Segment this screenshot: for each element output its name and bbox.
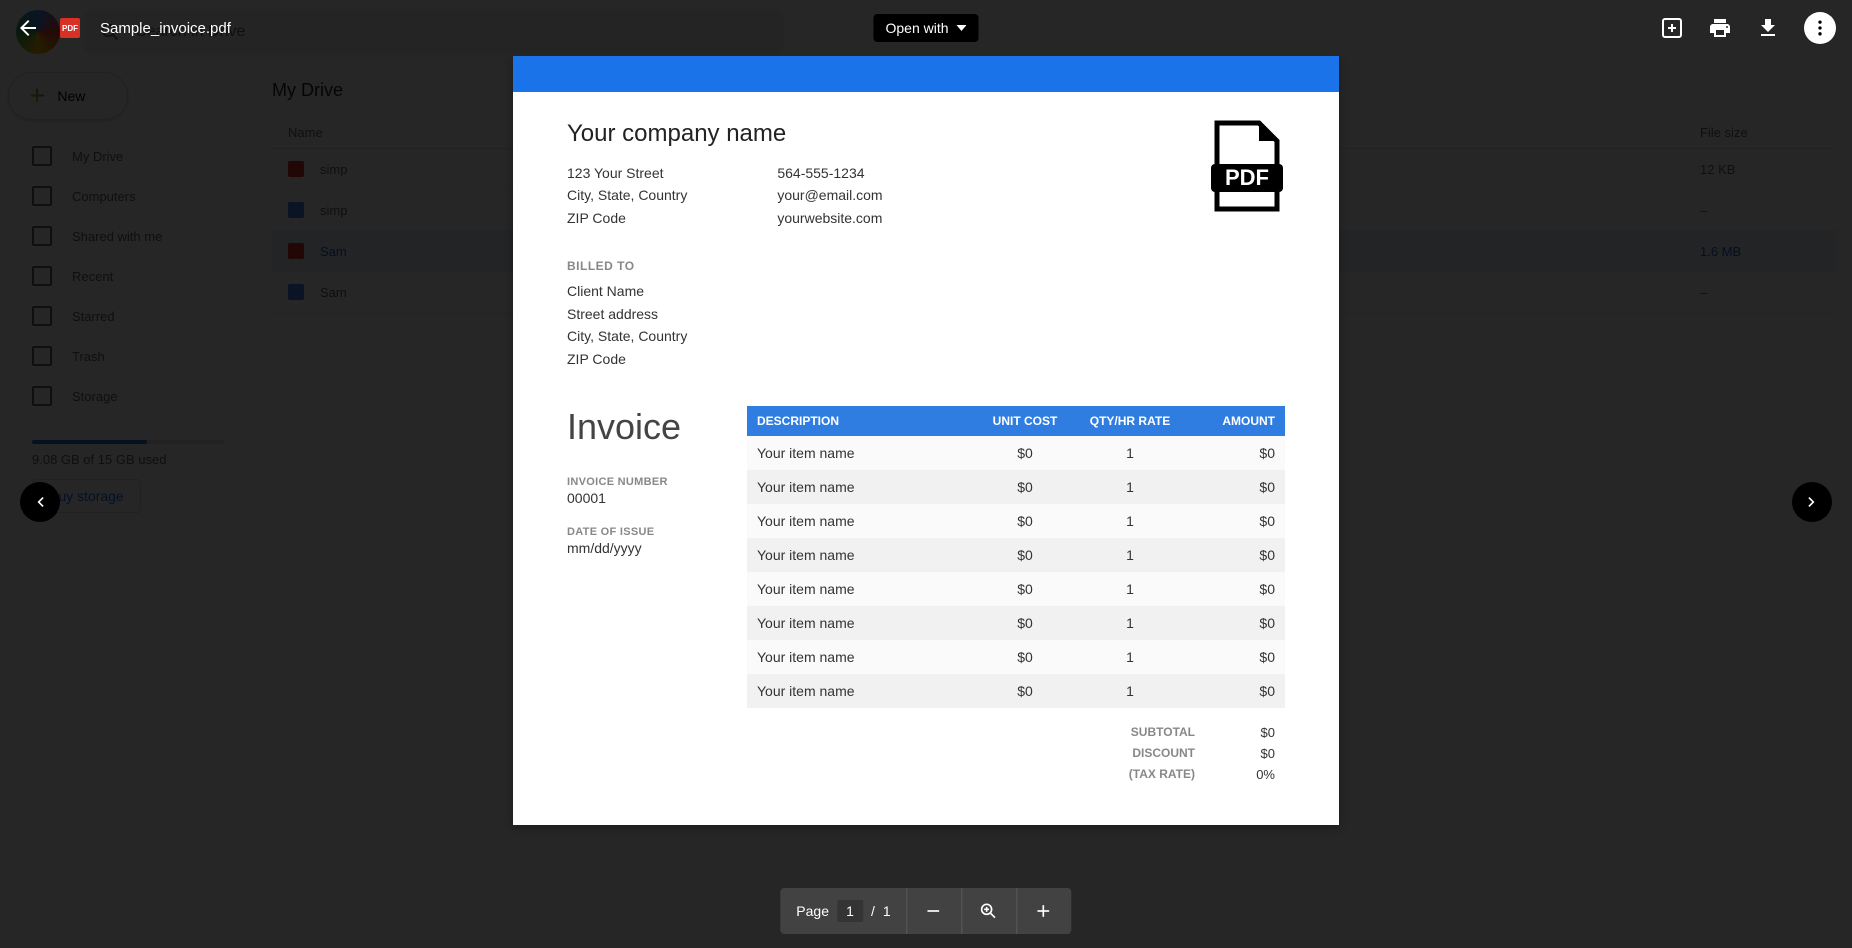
date-of-issue: mm/dd/yyyy (567, 540, 697, 556)
svg-text:PDF: PDF (1225, 165, 1269, 190)
page-sep: / (871, 903, 875, 919)
invoice-table-header: DESCRIPTION UNIT COST QTY/HR RATE AMOUNT (747, 406, 1285, 436)
zoom-out-button[interactable] (924, 901, 946, 921)
billed-to-label: BILLED TO (567, 257, 1285, 276)
page-label: Page (796, 903, 829, 919)
invoice-row: Your item name$01$0 (747, 470, 1285, 504)
add-to-drive-button[interactable] (1660, 16, 1684, 40)
billed-to-block: Client NameStreet addressCity, State, Co… (567, 280, 1285, 370)
invoice-number-label: INVOICE NUMBER (567, 476, 697, 488)
viewer-toolbar: PDF Sample_invoice.pdf Open with (0, 0, 1852, 56)
company-contact: 564-555-1234your@email.comyourwebsite.co… (777, 162, 882, 229)
page-total: 1 (883, 903, 891, 919)
page-current-input[interactable]: 1 (837, 900, 863, 922)
pdf-badge-icon: PDF (60, 18, 80, 38)
zoom-fit-button[interactable] (979, 901, 1001, 921)
invoice-row: Your item name$01$0 (747, 572, 1285, 606)
page-controls: Page 1 / 1 (780, 888, 1071, 934)
invoice-row: Your item name$01$0 (747, 436, 1285, 470)
invoice-row: Your item name$01$0 (747, 538, 1285, 572)
file-title: Sample_invoice.pdf (100, 20, 231, 37)
invoice-number: 00001 (567, 490, 697, 506)
invoice-row: Your item name$01$0 (747, 606, 1285, 640)
prev-file-button[interactable] (20, 482, 60, 522)
more-actions-button[interactable] (1804, 12, 1836, 44)
invoice-row: Your item name$01$0 (747, 640, 1285, 674)
invoice-row: Your item name$01$0 (747, 674, 1285, 708)
download-button[interactable] (1756, 16, 1780, 40)
company-address: 123 Your StreetCity, State, CountryZIP C… (567, 162, 687, 229)
invoice-row: Your item name$01$0 (747, 504, 1285, 538)
invoice-title: Invoice (567, 406, 697, 448)
pdf-page: Your company name 123 Your StreetCity, S… (513, 56, 1339, 825)
pdf-file-icon: PDF (1209, 120, 1285, 214)
company-name: Your company name (567, 120, 883, 148)
open-with-button[interactable]: Open with (873, 14, 978, 42)
date-of-issue-label: DATE OF ISSUE (567, 526, 697, 538)
pdf-header-bar (513, 56, 1339, 92)
print-button[interactable] (1708, 16, 1732, 40)
invoice-totals: SUBTOTAL$0DISCOUNT$0(TAX RATE)0% (747, 722, 1285, 785)
back-button[interactable] (16, 16, 40, 40)
chevron-down-icon (957, 25, 967, 31)
zoom-in-button[interactable] (1034, 901, 1056, 921)
next-file-button[interactable] (1792, 482, 1832, 522)
open-with-label: Open with (885, 20, 948, 36)
